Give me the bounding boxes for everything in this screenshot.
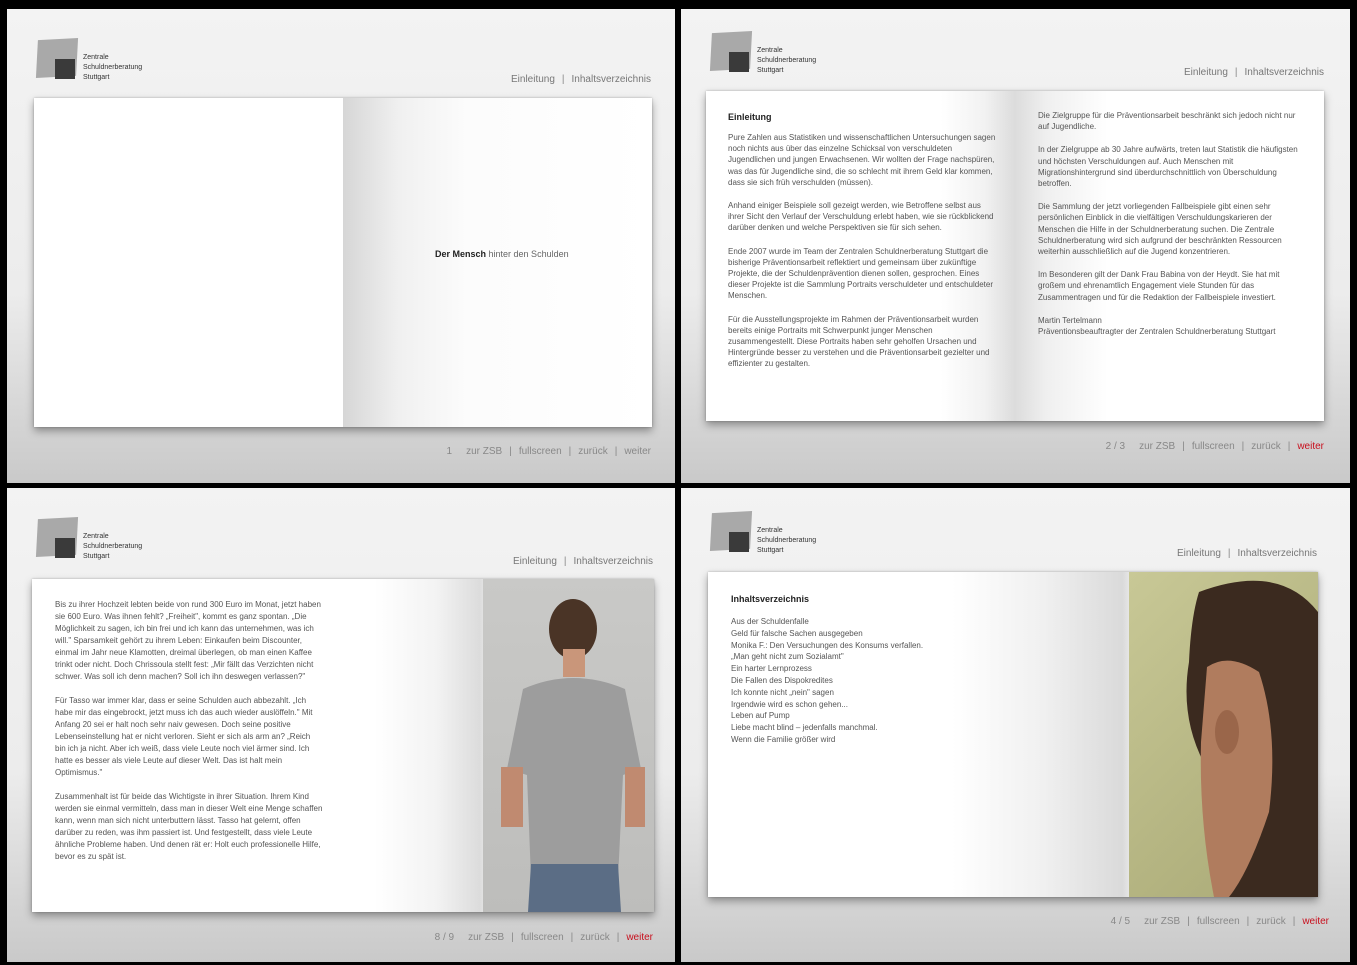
toc-item[interactable]: Aus der Schuldenfalle — [731, 616, 1021, 628]
nav-fullscreen-link[interactable]: fullscreen — [519, 446, 562, 457]
nav-zsb-link[interactable]: zur ZSB — [466, 446, 502, 457]
nav-back-link[interactable]: zurück — [578, 446, 607, 457]
panel-table-of-contents: Zentrale Schuldnerberatung Stuttgart Ein… — [681, 488, 1350, 962]
toc-item[interactable]: Liebe macht blind – jedenfalls manchmal. — [731, 722, 1021, 734]
nav-fullscreen-link[interactable]: fullscreen — [521, 932, 564, 943]
left-page-text: Einleitung Pure Zahlen aus Statistiken u… — [728, 112, 996, 382]
bottom-nav: 8 / 9 zur ZSB | fullscreen | zurück | weiter — [434, 932, 653, 943]
right-page — [343, 98, 652, 427]
logo-square-front — [729, 52, 749, 72]
top-nav: Einleitung | Inhaltsverzeichnis — [512, 556, 653, 567]
logo-square-front — [55, 538, 75, 558]
zsb-logo[interactable]: Zentrale Schuldnerberatung Stuttgart — [707, 30, 857, 76]
cover-title-rest: hinter den Schulden — [486, 249, 569, 259]
cover-title-bold: Der Mensch — [435, 249, 487, 259]
nav-next-link[interactable]: weiter — [1302, 916, 1329, 927]
page-heading: Einleitung — [728, 112, 772, 122]
paragraph: Bis zu ihrer Hochzeit lebten beide von r… — [55, 600, 321, 681]
toc-item[interactable]: Irgendwie wird es schon gehen... — [731, 699, 1021, 711]
signature-name: Martin Tertelmann — [1038, 315, 1102, 325]
logo-text: Zentrale Schuldnerberatung Stuttgart — [83, 533, 143, 560]
man-from-behind-illustration — [501, 599, 645, 912]
paragraph: Im Besonderen gilt der Dank Frau Babina … — [1038, 270, 1280, 302]
man-profile-illustration — [1186, 580, 1318, 897]
page-number: 8 / 9 — [434, 932, 455, 943]
nav-toc-link[interactable]: Inhaltsverzeichnis — [574, 556, 653, 567]
nav-fullscreen-link[interactable]: fullscreen — [1192, 441, 1235, 452]
toc-item[interactable]: Geld für falsche Sachen ausgegeben — [731, 628, 1021, 640]
nav-zsb-link[interactable]: zur ZSB — [1144, 916, 1180, 927]
zsb-logo[interactable]: Zentrale Schuldnerberatung Stuttgart — [33, 516, 183, 562]
nav-separator: | — [561, 74, 565, 85]
book-spread: Bis zu ihrer Hochzeit lebten beide von r… — [32, 579, 654, 912]
toc-heading: Inhaltsverzeichnis — [731, 594, 810, 604]
logo-text: Zentrale Schuldnerberatung Stuttgart — [757, 527, 817, 554]
top-nav: Einleitung | Inhaltsverzeichnis — [511, 74, 651, 85]
paragraph: Die Zielgruppe für die Präventionsarbeit… — [1038, 111, 1296, 132]
toc-item[interactable]: Ein harter Lernprozess — [731, 663, 1021, 675]
portrait-photo — [1129, 572, 1318, 897]
toc-page: Inhaltsverzeichnis Aus der Schuldenfalle… — [731, 594, 1021, 746]
nav-back-link[interactable]: zurück — [1251, 441, 1280, 452]
page-number: 4 / 5 — [1110, 916, 1131, 927]
toc-item[interactable]: Die Fallen des Dispokredites — [731, 675, 1021, 687]
nav-back-link[interactable]: zurück — [580, 932, 609, 943]
nav-intro-link[interactable]: Einleitung — [1177, 548, 1221, 559]
zsb-logo[interactable]: Zentrale Schuldnerberatung Stuttgart — [707, 510, 857, 556]
toc-item[interactable]: Ich konnte nicht „nein" sagen — [731, 687, 1021, 699]
paragraph: Anhand einiger Beispiele soll gezeigt we… — [728, 201, 994, 233]
toc-item[interactable]: Leben auf Pump — [731, 710, 1021, 722]
book-spread: Einleitung Pure Zahlen aus Statistiken u… — [706, 91, 1324, 421]
bottom-nav: 2 / 3 zur ZSB | fullscreen | zurück | weiter — [1105, 441, 1324, 452]
nav-zsb-link[interactable]: zur ZSB — [468, 932, 504, 943]
page-number: 2 / 3 — [1105, 441, 1126, 452]
toc-item[interactable]: Monika F.: Den Versuchungen des Konsums … — [731, 640, 1021, 652]
nav-toc-link[interactable]: Inhaltsverzeichnis — [1245, 67, 1324, 78]
paragraph: In der Zielgruppe ab 30 Jahre aufwärts, … — [1038, 145, 1298, 189]
book-spread: Der Mensch hinter den Schulden — [34, 98, 652, 427]
nav-intro-link[interactable]: Einleitung — [1184, 67, 1228, 78]
nav-back-link[interactable]: zurück — [1256, 916, 1285, 927]
paragraph: Zusammenhalt ist für beide das Wichtigst… — [55, 792, 323, 861]
top-nav: Einleitung | Inhaltsverzeichnis — [1183, 67, 1324, 78]
page-number: 1 — [446, 446, 453, 457]
nav-intro-link[interactable]: Einleitung — [513, 556, 557, 567]
nav-next-link[interactable]: weiter — [624, 446, 651, 457]
paragraph: Ende 2007 wurde im Team der Zentralen Sc… — [728, 246, 994, 301]
nav-toc-link[interactable]: Inhaltsverzeichnis — [572, 74, 651, 85]
toc-item[interactable]: „Man geht nicht zum Sozialamt" — [731, 651, 1021, 663]
logo-text: Zentrale Schuldnerberatung Stuttgart — [757, 47, 817, 74]
portrait-photo — [483, 579, 654, 912]
logo-square-front — [729, 532, 749, 552]
right-page-text: Die Zielgruppe für die Präventionsarbeit… — [1038, 110, 1308, 349]
signature-role: Präventionsbeauftragter der Zentralen Sc… — [1038, 327, 1276, 337]
panel-cover: Zentrale Schuldnerberatung Stuttgart Ein… — [7, 9, 675, 483]
paragraph: Für Tasso war immer klar, dass er seine … — [55, 696, 313, 777]
nav-fullscreen-link[interactable]: fullscreen — [1197, 916, 1240, 927]
top-nav: Einleitung | Inhaltsverzeichnis — [1176, 548, 1317, 559]
nav-intro-link[interactable]: Einleitung — [511, 74, 555, 85]
panel-story-page: Zentrale Schuldnerberatung Stuttgart Ein… — [7, 488, 675, 962]
logo-text: Zentrale Schuldnerberatung Stuttgart — [83, 54, 143, 81]
nav-next-link[interactable]: weiter — [626, 932, 653, 943]
nav-toc-link[interactable]: Inhaltsverzeichnis — [1238, 548, 1317, 559]
bottom-nav: 1 zur ZSB | fullscreen | zurück | weiter — [446, 446, 651, 457]
nav-zsb-link[interactable]: zur ZSB — [1139, 441, 1175, 452]
cover-title: Der Mensch hinter den Schulden — [435, 249, 569, 259]
panel-introduction: Zentrale Schuldnerberatung Stuttgart Ein… — [681, 9, 1350, 483]
zsb-logo[interactable]: Zentrale Schuldnerberatung Stuttgart — [33, 37, 183, 83]
logo-square-front — [55, 59, 75, 79]
paragraph: Pure Zahlen aus Statistiken und wissensc… — [728, 133, 996, 187]
nav-next-link[interactable]: weiter — [1297, 441, 1324, 452]
toc-item[interactable]: Wenn die Familie größer wird — [731, 734, 1021, 746]
left-page-text: Bis zu ihrer Hochzeit lebten beide von r… — [55, 599, 323, 875]
bottom-nav: 4 / 5 zur ZSB | fullscreen | zurück | weiter — [1110, 916, 1329, 927]
paragraph: Die Sammlung der jetzt vorliegenden Fall… — [1038, 202, 1282, 257]
book-spread: Inhaltsverzeichnis Aus der Schuldenfalle… — [708, 572, 1318, 897]
paragraph: Für die Ausstellungsprojekte im Rahmen d… — [728, 314, 990, 369]
